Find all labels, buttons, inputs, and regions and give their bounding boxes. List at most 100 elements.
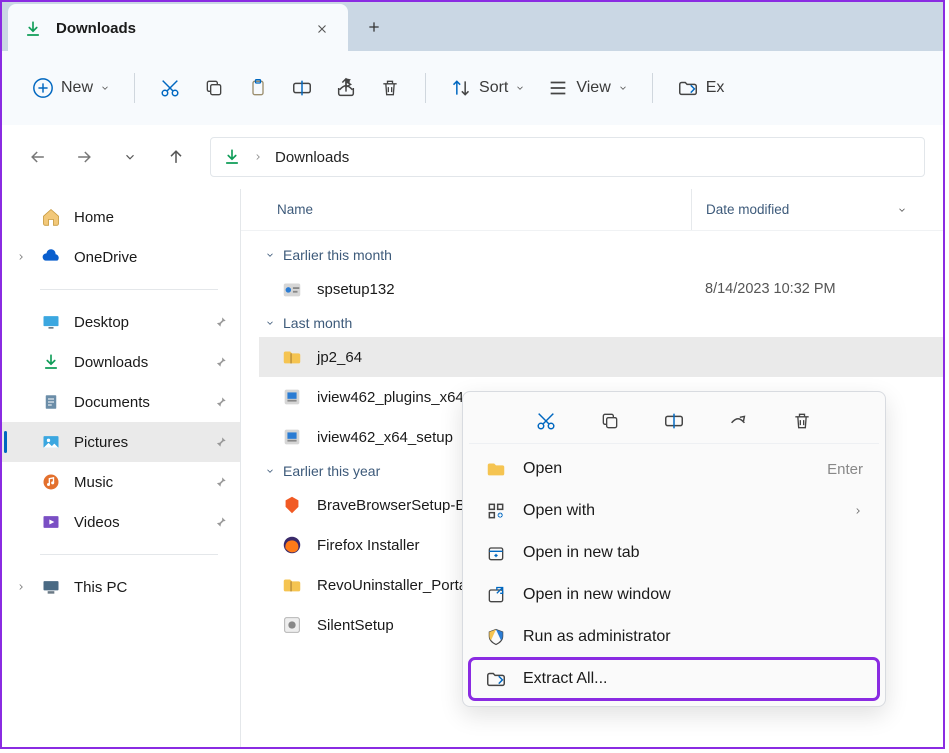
extract-label: Ex: [706, 79, 725, 97]
chevron-down-icon: [100, 83, 110, 93]
sidebar-item-label: Downloads: [74, 354, 148, 371]
forward-button[interactable]: [66, 139, 102, 175]
sidebar-item-home[interactable]: Home: [2, 197, 240, 237]
paste-icon: [247, 77, 269, 99]
file-name: spsetup132: [317, 281, 677, 298]
file-row[interactable]: spsetup132 8/14/2023 10:32 PM: [259, 269, 943, 309]
download-icon: [22, 18, 44, 40]
firefox-icon: [281, 534, 303, 556]
group-earlier-this-month[interactable]: Earlier this month: [259, 241, 943, 269]
sidebar-item-desktop[interactable]: Desktop: [2, 302, 240, 342]
ctx-open[interactable]: Open Enter: [469, 448, 879, 490]
tab-title: Downloads: [56, 20, 298, 37]
sidebar-item-label: Desktop: [74, 314, 129, 331]
navrow: Downloads: [2, 125, 943, 189]
view-label: View: [576, 79, 610, 97]
sort-icon: [450, 77, 472, 99]
ctx-copy-button[interactable]: [589, 402, 631, 440]
new-tab-button[interactable]: [354, 7, 394, 47]
sidebar-item-label: Music: [74, 474, 113, 491]
pin-icon: [214, 475, 228, 489]
sidebar: Home OneDrive Desktop: [2, 189, 241, 747]
ctx-rename-button[interactable]: [653, 402, 695, 440]
sidebar-item-label: OneDrive: [74, 249, 137, 266]
chevron-down-icon: [515, 83, 525, 93]
onedrive-icon: [40, 246, 62, 268]
sidebar-item-label: This PC: [74, 579, 127, 596]
sidebar-item-pictures[interactable]: Pictures: [2, 422, 240, 462]
up-button[interactable]: [158, 139, 194, 175]
sidebar-item-music[interactable]: Music: [2, 462, 240, 502]
sidebar-item-onedrive[interactable]: OneDrive: [2, 237, 240, 277]
exe-icon: [281, 614, 303, 636]
file-row[interactable]: jp2_64: [259, 337, 943, 377]
documents-icon: [40, 391, 62, 413]
column-date[interactable]: Date modified: [691, 189, 921, 230]
zip-icon: [281, 346, 303, 368]
videos-icon: [40, 511, 62, 533]
newtab-icon: [485, 542, 507, 564]
home-icon: [40, 206, 62, 228]
column-headers: Name Date modified: [241, 189, 943, 231]
grid-icon: [485, 500, 507, 522]
shortcut-hint: Enter: [827, 461, 863, 478]
extract-button[interactable]: Ex: [667, 68, 735, 108]
sort-button[interactable]: Sort: [440, 68, 535, 108]
sidebar-item-label: Pictures: [74, 434, 128, 451]
installer-icon: [281, 278, 303, 300]
toolbar: New: [2, 51, 943, 125]
ctx-cut-button[interactable]: [525, 402, 567, 440]
installer-icon: [281, 386, 303, 408]
copy-button[interactable]: [193, 68, 235, 108]
installer-icon: [281, 426, 303, 448]
rename-icon: [291, 77, 313, 99]
copy-icon: [203, 77, 225, 99]
chevron-right-icon: [16, 252, 26, 262]
sidebar-item-label: Videos: [74, 514, 120, 531]
cut-button[interactable]: [149, 68, 191, 108]
pictures-icon: [40, 431, 62, 453]
close-icon[interactable]: [310, 17, 334, 41]
ctx-extract-all[interactable]: Extract All...: [469, 658, 879, 700]
tab-downloads[interactable]: Downloads: [8, 4, 348, 53]
extract-icon: [485, 668, 507, 690]
ctx-share-button[interactable]: [717, 402, 759, 440]
view-button[interactable]: View: [537, 68, 637, 108]
tabbar: Downloads: [2, 2, 943, 51]
sidebar-item-videos[interactable]: Videos: [2, 502, 240, 542]
pin-icon: [214, 435, 228, 449]
new-button[interactable]: New: [22, 68, 120, 108]
ctx-open-new-window[interactable]: Open in new window: [469, 574, 879, 616]
pin-icon: [214, 355, 228, 369]
shield-icon: [485, 626, 507, 648]
sidebar-item-thispc[interactable]: This PC: [2, 567, 240, 607]
music-icon: [40, 471, 62, 493]
trash-icon: [379, 77, 401, 99]
paste-button[interactable]: [237, 68, 279, 108]
sidebar-item-downloads[interactable]: Downloads: [2, 342, 240, 382]
column-name[interactable]: Name: [277, 202, 691, 217]
chevron-down-icon: [897, 205, 907, 215]
list-icon: [547, 77, 569, 99]
folder-icon: [485, 458, 507, 480]
history-dropdown[interactable]: [112, 139, 148, 175]
brave-icon: [281, 494, 303, 516]
pc-icon: [40, 576, 62, 598]
ctx-open-new-tab[interactable]: Open in new tab: [469, 532, 879, 574]
group-last-month[interactable]: Last month: [259, 309, 943, 337]
sidebar-item-label: Documents: [74, 394, 150, 411]
ctx-delete-button[interactable]: [781, 402, 823, 440]
new-label: New: [61, 79, 93, 97]
share-icon: [335, 77, 357, 99]
back-button[interactable]: [20, 139, 56, 175]
chevron-right-icon: [253, 152, 263, 162]
share-button[interactable]: [325, 68, 367, 108]
breadcrumb-current: Downloads: [275, 149, 349, 166]
ctx-open-with[interactable]: Open with: [469, 490, 879, 532]
sidebar-item-documents[interactable]: Documents: [2, 382, 240, 422]
breadcrumb[interactable]: Downloads: [210, 137, 925, 177]
delete-button[interactable]: [369, 68, 411, 108]
rename-button[interactable]: [281, 68, 323, 108]
ctx-run-admin[interactable]: Run as administrator: [469, 616, 879, 658]
chevron-right-icon: [16, 582, 26, 592]
